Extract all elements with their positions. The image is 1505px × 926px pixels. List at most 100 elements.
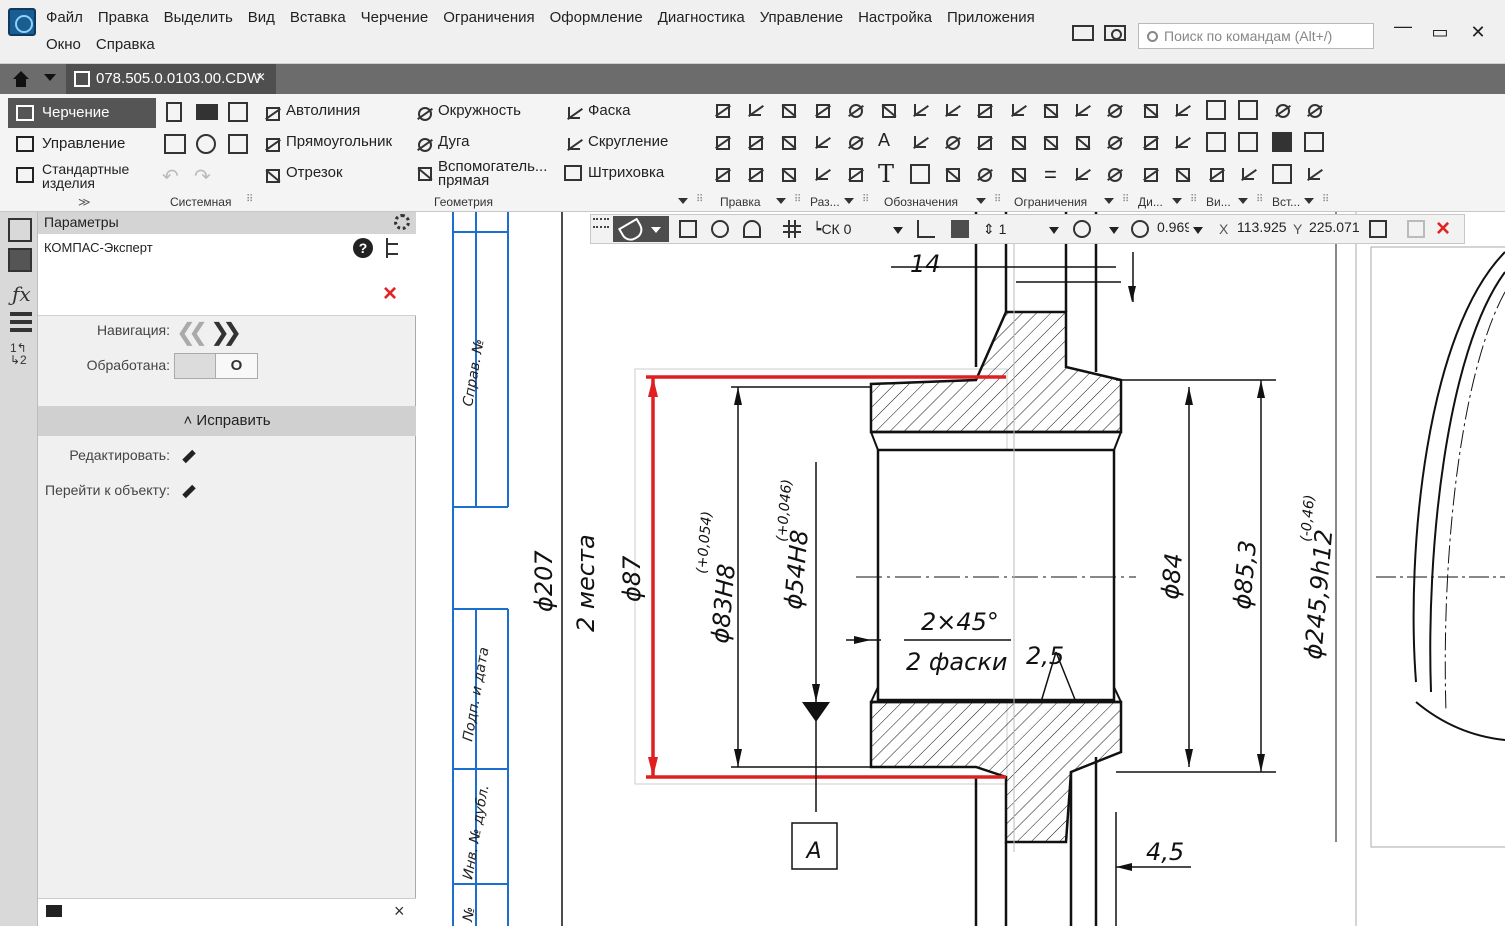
text-icon[interactable]: A — [878, 130, 890, 151]
arc-button[interactable]: Дуга — [412, 129, 469, 155]
collinear-icon[interactable] — [1008, 132, 1030, 154]
rotate-icon[interactable] — [745, 132, 767, 154]
scale-icon[interactable] — [745, 164, 767, 186]
zoom-value-dropdown-icon[interactable] — [1193, 227, 1203, 234]
menu-help[interactable]: Справка — [96, 35, 155, 55]
x-coordinate-field[interactable]: 113.925 — [1237, 219, 1291, 241]
tangent-icon[interactable] — [1104, 100, 1126, 122]
coincidence-icon[interactable] — [1104, 164, 1126, 186]
cancel-icon[interactable]: × — [383, 282, 397, 306]
tabs-dropdown-icon[interactable] — [44, 74, 56, 81]
gear-icon[interactable] — [394, 214, 410, 230]
group-dimensions-arrow-icon[interactable] — [844, 198, 854, 204]
text-tool-icon[interactable]: T — [878, 160, 894, 188]
menu-constraints[interactable]: Ограничения — [443, 8, 534, 28]
aux-line-button[interactable]: Вспомогатель... прямая — [412, 158, 552, 188]
view-icon-1[interactable] — [1206, 100, 1226, 120]
goto-object-icon[interactable] — [180, 483, 196, 499]
new-document-icon[interactable] — [166, 102, 182, 122]
insert-icon-2[interactable] — [1304, 100, 1326, 122]
step-dropdown-icon[interactable] — [1049, 227, 1059, 234]
insert-icon-4[interactable] — [1304, 132, 1324, 152]
preview-icon[interactable] — [196, 134, 216, 154]
message-icon[interactable] — [46, 905, 62, 917]
tree-structure-icon[interactable] — [386, 238, 400, 258]
drawing-canvas[interactable]: Справ. № Подп. и дата Инв. № дубл. № А ϕ… — [416, 212, 1505, 926]
menu-edit[interactable]: Правка — [98, 8, 149, 28]
measure-icon[interactable] — [1369, 220, 1387, 238]
save-all-icon[interactable] — [228, 134, 248, 154]
toolbar-grip-icon[interactable] — [593, 218, 609, 228]
copy-icon[interactable] — [712, 132, 734, 154]
fix-section-header[interactable]: ˄ Исправить — [38, 406, 416, 436]
processed-toggle[interactable]: O — [174, 353, 258, 379]
table-icon[interactable] — [910, 164, 930, 184]
group-views-arrow-icon[interactable] — [1238, 198, 1248, 204]
chamfer-button[interactable]: Фаска — [562, 98, 630, 124]
cs-dropdown-icon[interactable] — [893, 227, 903, 234]
numbering-icon[interactable]: 1↰ ↳2 — [10, 342, 27, 366]
zoom-field[interactable]: 0.969 — [1157, 219, 1189, 241]
menu-apps[interactable]: Приложения — [947, 8, 1035, 28]
triangle-constraint-icon[interactable] — [1072, 164, 1094, 186]
trim-icon[interactable] — [745, 100, 767, 122]
minimize-button[interactable]: — — [1390, 16, 1416, 37]
segment-button[interactable]: Отрезок — [260, 160, 343, 186]
parallel-icon[interactable] — [1040, 100, 1062, 122]
layers-icon[interactable] — [10, 312, 32, 332]
zoom-dropdown-icon[interactable] — [1109, 227, 1119, 234]
ribbon-tab-drawing[interactable]: Черчение — [8, 98, 156, 128]
linear-dimension-icon[interactable] — [812, 132, 834, 154]
angle-icon[interactable] — [1040, 132, 1062, 154]
ortho-icon[interactable] — [679, 220, 697, 238]
variables-fx-icon[interactable]: ƒx — [12, 282, 31, 306]
insert-image-icon[interactable] — [1272, 132, 1292, 152]
view-icon-2[interactable] — [1238, 100, 1258, 120]
group-designations-arrow-icon[interactable] — [976, 198, 986, 204]
tab-close-icon[interactable]: × — [256, 69, 265, 87]
screen-settings-icon[interactable] — [1104, 25, 1126, 41]
group-insert-arrow-icon[interactable] — [1304, 198, 1314, 204]
fillet-button[interactable]: Скругление — [562, 129, 668, 155]
cs-select[interactable]: ┕СК 0 — [813, 221, 851, 238]
edit-pencil-icon[interactable] — [180, 448, 196, 464]
angular-dimension-icon[interactable] — [845, 164, 867, 186]
leader-icon[interactable] — [910, 100, 932, 122]
break-line-icon[interactable] — [942, 164, 964, 186]
group-diagnostics-arrow-icon[interactable] — [1172, 198, 1182, 204]
diag-icon-6[interactable] — [1172, 164, 1194, 186]
mirror-icon[interactable] — [778, 132, 800, 154]
maximize-button[interactable]: ▭ — [1427, 22, 1453, 43]
menu-insert[interactable]: Вставка — [290, 8, 346, 28]
auto-dimension-icon[interactable] — [812, 100, 834, 122]
diag-icon-5[interactable] — [1140, 164, 1162, 186]
rectangle-button[interactable]: Прямоугольник — [260, 129, 392, 155]
parameters-panel-icon[interactable] — [8, 248, 32, 272]
radial-dimension-icon[interactable] — [845, 132, 867, 154]
diag-icon-2[interactable] — [1172, 100, 1194, 122]
roughness-icon[interactable] — [878, 100, 900, 122]
text-leader-icon[interactable] — [910, 132, 932, 154]
base-icon[interactable] — [942, 100, 964, 122]
visibility-icon[interactable] — [743, 220, 761, 238]
equal-icon[interactable]: = — [1044, 162, 1057, 188]
insert-icon-6[interactable] — [1304, 164, 1326, 186]
insert-icon-1[interactable] — [1272, 100, 1294, 122]
array-icon[interactable] — [712, 164, 734, 186]
insert-icon-5[interactable] — [1272, 164, 1292, 184]
kompas-logo-icon[interactable] — [8, 8, 36, 36]
circle-button[interactable]: Окружность — [412, 98, 521, 124]
group-edit-arrow-icon[interactable] — [776, 198, 786, 204]
deform-icon[interactable] — [778, 164, 800, 186]
perpendicular-icon[interactable] — [1072, 100, 1094, 122]
print-icon[interactable] — [164, 134, 186, 154]
chain-dimension-icon[interactable] — [812, 164, 834, 186]
model-tree-icon[interactable] — [8, 218, 32, 242]
snap-mode-icon[interactable] — [951, 220, 969, 238]
step-field[interactable]: ⇕ 1 — [983, 221, 1006, 238]
help-icon[interactable]: ? — [353, 238, 373, 258]
arrow-view-icon[interactable] — [942, 132, 964, 154]
open-folder-icon[interactable] — [196, 104, 218, 120]
angle-snap-icon[interactable] — [917, 220, 935, 238]
tab-document[interactable]: 078.505.0.0103.00.CDW × — [66, 64, 276, 94]
